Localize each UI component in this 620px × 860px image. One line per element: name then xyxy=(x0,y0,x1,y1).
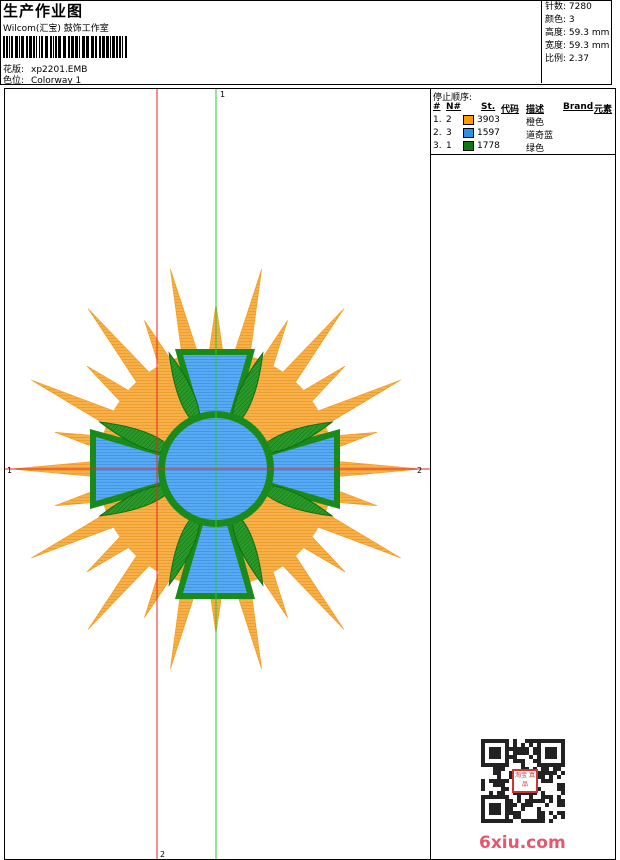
side-panel: 停止顺序: # N# St. 代码 描述 Brand 元素 1. 2 3903 … xyxy=(430,88,616,860)
stat-width: 宽度: 59.3 mm xyxy=(545,40,610,51)
stats-panel: 针数: 7280 颜色: 3 高度: 59.3 mm 宽度: 59.3 mm 比… xyxy=(541,0,611,83)
top-guide-marker: 1 xyxy=(220,90,225,99)
stat-height: 高度: 59.3 mm xyxy=(545,27,610,38)
colorway-line: 色位: Colorway 1 xyxy=(3,73,81,86)
stat-colors: 颜色: 3 xyxy=(545,14,575,25)
header-brand: Brand xyxy=(563,102,594,112)
header-stitch: St. xyxy=(481,102,496,112)
left-guide-marker: 1 xyxy=(7,466,12,475)
embroidery-preview: 1 2 1 2 xyxy=(5,89,430,859)
colorway-value: Colorway 1 xyxy=(31,76,82,86)
stop-row: 2. 3 1597 道奇蓝 xyxy=(433,128,554,141)
header-desc: 描述 xyxy=(526,105,545,115)
stop-row: 1. 2 3903 橙色 xyxy=(433,115,545,128)
side-divider xyxy=(431,154,615,155)
bottom-guide-marker: 2 xyxy=(160,850,165,859)
barcode xyxy=(3,36,127,58)
seal-stamp: 淘宝 真品 xyxy=(512,769,538,793)
stop-row: 3. 1 1778 绿色 xyxy=(433,141,545,154)
page-title: 生产作业图 xyxy=(3,2,84,20)
color-swatch-blue xyxy=(463,128,474,138)
design-canvas: 1 2 1 2 xyxy=(4,88,431,860)
right-guide-marker: 2 xyxy=(417,466,422,475)
stop-sequence-header: # N# St. 代码 描述 Brand 元素 xyxy=(433,102,615,115)
colorway-label: 色位: xyxy=(3,76,25,86)
header-needle: N# xyxy=(446,102,462,112)
color-swatch-orange xyxy=(463,115,474,125)
header: 生产作业图 Wilcom(汇宝) 鼓饰工作室 花版: xp2201.EMB 色位:… xyxy=(0,0,612,86)
company-name: Wilcom(汇宝) 鼓饰工作室 xyxy=(3,24,109,34)
header-element: 元素 xyxy=(594,105,613,115)
stat-stitches: 针数: 7280 xyxy=(545,2,592,12)
header-code: 代码 xyxy=(501,105,520,115)
site-watermark-logo: 6xiu.com xyxy=(479,833,566,853)
stat-scale: 比例: 2.37 xyxy=(545,53,589,64)
header-index: # xyxy=(433,102,441,112)
color-swatch-green xyxy=(463,141,474,151)
title-area: 生产作业图 Wilcom(汇宝) 鼓饰工作室 花版: xp2201.EMB 色位:… xyxy=(0,0,541,86)
